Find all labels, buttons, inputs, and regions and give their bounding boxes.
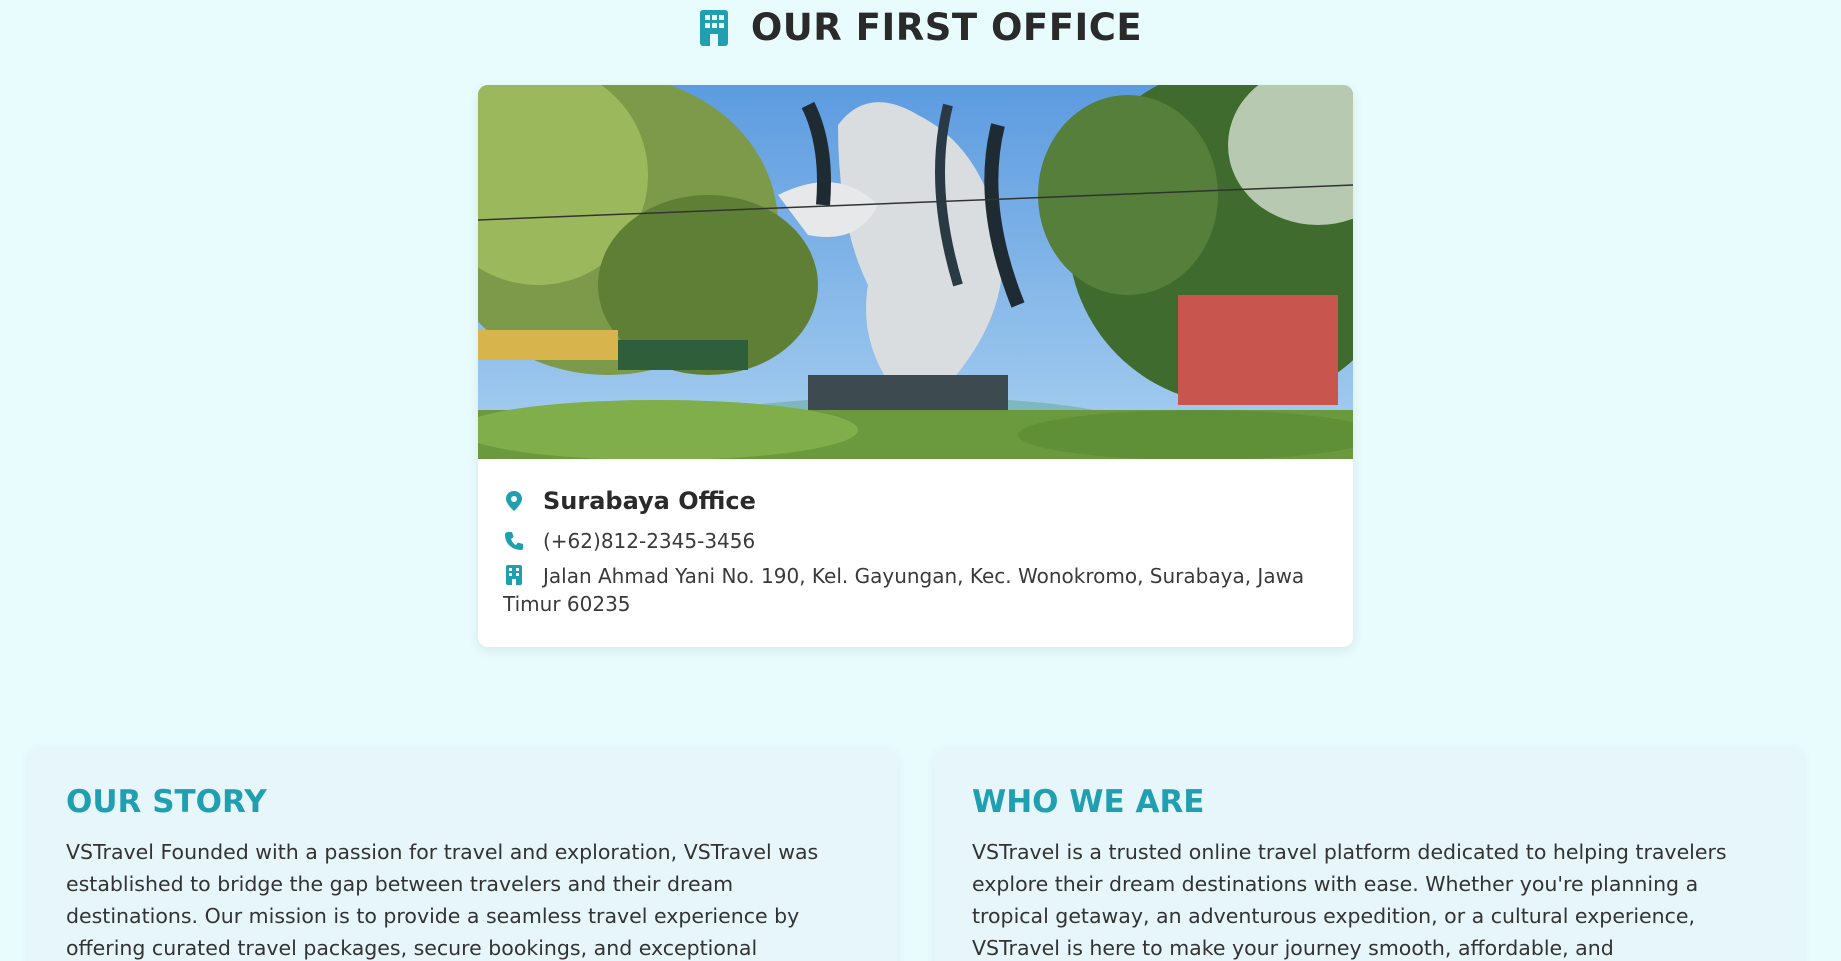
office-card: Surabaya Office (+62)812-2345-3456 Jalan… [478, 85, 1353, 647]
office-info: Surabaya Office (+62)812-2345-3456 Jalan… [478, 459, 1353, 618]
our-story-title: OUR STORY [66, 784, 267, 820]
our-story-card: OUR STORY VSTravel Founded with a passio… [28, 748, 898, 961]
office-phone-row: (+62)812-2345-3456 [503, 524, 1328, 558]
building-icon [506, 565, 522, 585]
our-story-text: VSTravel Founded with a passion for trav… [66, 840, 819, 960]
building-icon [699, 9, 728, 46]
location-pin-icon [506, 491, 522, 511]
office-address-row: Jalan Ahmad Yani No. 190, Kel. Gayungan,… [503, 562, 1328, 618]
office-name-row: Surabaya Office [503, 481, 1328, 521]
office-photo [478, 85, 1353, 459]
who-we-are-text: VSTravel is a trusted online travel plat… [972, 840, 1727, 960]
office-phone: (+62)812-2345-3456 [543, 529, 756, 553]
office-name: Surabaya Office [543, 487, 756, 515]
office-heading-title: OUR FIRST OFFICE [750, 6, 1143, 49]
who-we-are-card: WHO WE ARE VSTravel is a trusted online … [934, 748, 1804, 961]
office-address: Jalan Ahmad Yani No. 190, Kel. Gayungan,… [503, 564, 1305, 616]
phone-icon [505, 532, 523, 550]
office-heading: OUR FIRST OFFICE [0, 6, 1841, 49]
about-page: OUR FIRST OFFICE Surabaya Office (+62)81… [0, 0, 1841, 961]
who-we-are-title: WHO WE ARE [972, 784, 1205, 820]
